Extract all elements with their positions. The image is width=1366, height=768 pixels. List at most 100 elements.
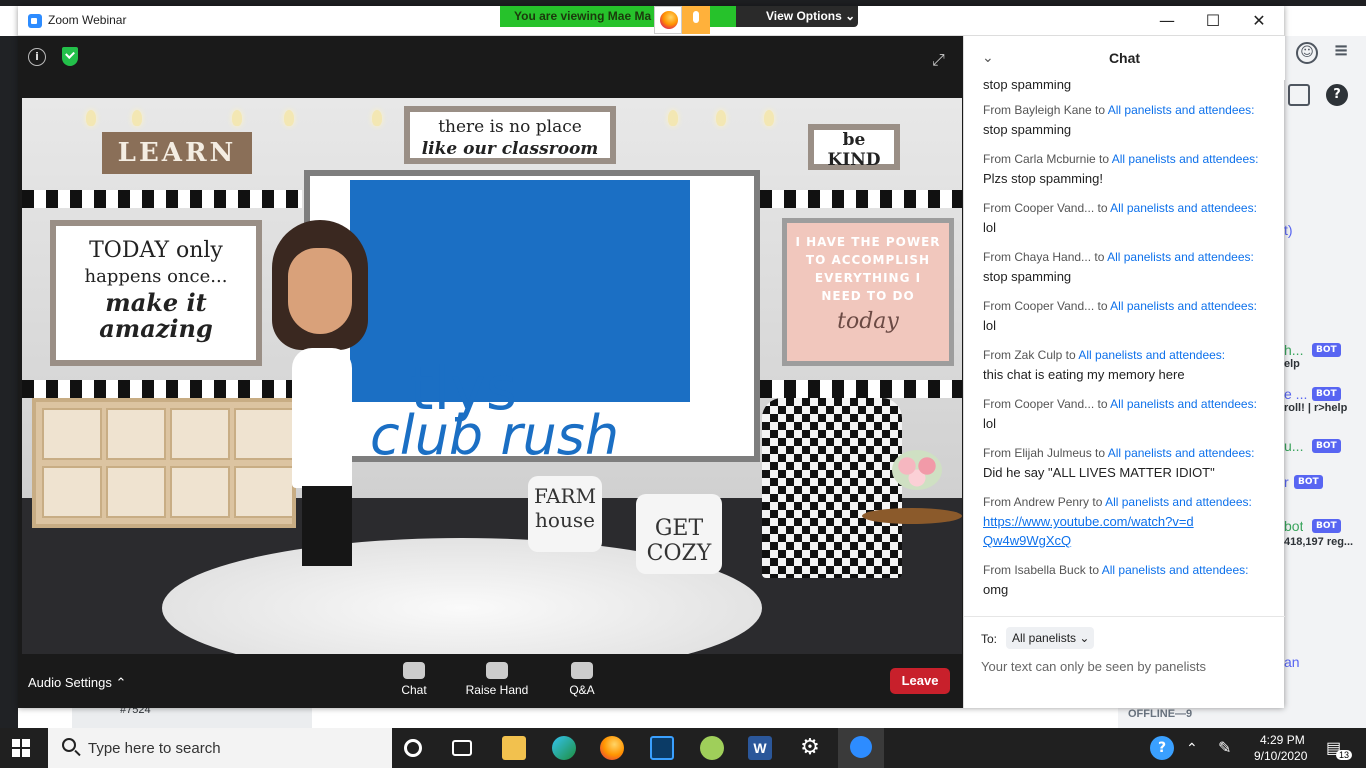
bg-snippet: t) — [1284, 222, 1293, 238]
doodle-panel — [350, 180, 690, 402]
lightbulb — [372, 110, 382, 126]
chat-message-body: this chat is eating my memory here — [983, 367, 1185, 382]
cubby — [234, 408, 294, 460]
bitmoji-face — [288, 248, 352, 334]
recipient-dropdown[interactable]: All panelists ⌄ — [1006, 627, 1094, 649]
to-label: To: — [981, 632, 998, 646]
lightbulb — [716, 110, 726, 126]
chat-message-body: Did he say "ALL LIVES MATTER IDIOT" — [983, 465, 1215, 480]
chat-sender: From Andrew Penry to All panelists and a… — [983, 495, 1252, 509]
sign-line: TODAY only — [89, 238, 223, 263]
info-icon[interactable]: i — [28, 48, 46, 66]
sign-line: amazing — [99, 314, 213, 343]
farm-pillow: FARM house — [528, 476, 602, 552]
edge-icon[interactable] — [552, 736, 576, 760]
gingham-trim — [760, 380, 962, 398]
classroom-sign: there is no place like our classroom — [404, 106, 616, 164]
view-options-button[interactable]: View Options ⌄ — [736, 6, 858, 27]
word-icon[interactable]: W — [748, 736, 772, 760]
cubby — [106, 408, 166, 460]
maximize-icon[interactable]: ☐ — [1198, 10, 1228, 32]
taskbar-search[interactable]: Type here to search — [48, 728, 392, 768]
file-explorer-icon[interactable] — [502, 736, 526, 760]
chat-message: From Zak Culp to All panelists and atten… — [983, 348, 1263, 384]
club-rush-text: club rush — [370, 404, 620, 467]
firefox-share-icon[interactable] — [654, 6, 682, 34]
user-icon[interactable]: ☺ — [1296, 42, 1318, 64]
chat-message-body: omg — [983, 582, 1009, 597]
encryption-shield-icon[interactable] — [62, 47, 78, 66]
microphone-icon[interactable] — [682, 6, 710, 34]
chat-sender: From Cooper Vand... to All panelists and… — [983, 299, 1257, 313]
bitmoji-legs — [302, 486, 352, 566]
windows-start-icon[interactable] — [12, 739, 30, 757]
cortana-icon[interactable] — [404, 739, 422, 757]
firefox-icon[interactable] — [600, 736, 624, 760]
cubby — [42, 408, 102, 460]
chat-icon — [403, 662, 425, 679]
window-app-icon[interactable] — [650, 736, 674, 760]
lightbulb — [284, 110, 294, 126]
qa-icon — [571, 662, 593, 679]
raise-hand-button[interactable]: Raise Hand — [462, 662, 532, 697]
chat-message: From Isabella Buck to All panelists and … — [983, 563, 1263, 599]
chat-sender: From Bayleigh Kane to All panelists and … — [983, 103, 1255, 117]
leave-button[interactable]: Leave — [890, 668, 950, 694]
chat-button[interactable]: Chat — [379, 662, 449, 697]
bg-snippet: u... — [1284, 438, 1304, 454]
clock-date[interactable]: 9/10/2020 — [1254, 749, 1307, 763]
chat-messages: stop spamming From Bayleigh Kane to All … — [964, 80, 1285, 612]
learn-banner: LEARN — [102, 132, 252, 174]
task-view-icon[interactable] — [452, 740, 472, 756]
offline-label: OFFLINE—9 — [1128, 708, 1193, 720]
menu-icon[interactable]: ≡ — [1330, 42, 1352, 64]
sign-line: there is no place — [438, 117, 582, 137]
help-tray-icon[interactable]: ? — [1150, 736, 1174, 760]
flower-vase — [892, 450, 942, 490]
close-icon[interactable]: ✕ — [1244, 10, 1274, 32]
audio-settings-button[interactable]: Audio Settings ⌃ — [28, 675, 126, 691]
background-member-list: ☺ ≡ ? t) h... BOT elp e ... BOT roll! | … — [1284, 36, 1366, 728]
lightbulb — [764, 110, 774, 126]
chat-sender: From Cooper Vand... to All panelists and… — [983, 397, 1257, 411]
cubby — [170, 466, 230, 518]
chat-sender: From Isabella Buck to All panelists and … — [983, 563, 1249, 577]
poster-text: I HAVE THE POWER TO ACCOMPLISH EVERYTHIN… — [795, 235, 941, 303]
chat-message-body: stop spamming — [983, 122, 1072, 137]
settings-gear-icon[interactable]: ⚙ — [798, 736, 822, 760]
tennis-app-icon[interactable] — [700, 736, 724, 760]
zoom-taskbar-button[interactable] — [838, 728, 884, 768]
lightbulb — [668, 110, 678, 126]
clock-time[interactable]: 4:29 PM — [1260, 733, 1305, 747]
chevron-up-icon[interactable]: ⌃ — [1186, 740, 1198, 757]
qa-button[interactable]: Q&A — [547, 662, 617, 697]
chat-header: ⌄ Chat — [964, 36, 1285, 80]
sign-line: happens once... — [84, 266, 228, 287]
lightbulb — [232, 110, 242, 126]
chat-input-hint[interactable]: Your text can only be seen by panelists — [981, 659, 1206, 674]
help-icon[interactable]: ? — [1326, 84, 1348, 106]
meeting-controls: Audio Settings ⌃ Chat Raise Hand Q&A Lea… — [18, 656, 963, 708]
chat-sender: From Carla Mcburnie to All panelists and… — [983, 152, 1259, 166]
chat-sender: From Cooper Vand... to All panelists and… — [983, 201, 1257, 215]
chat-panel: ⌄ Chat stop spamming From Bayleigh Kane … — [963, 36, 1285, 708]
chat-message-body: stop spamming — [983, 269, 1072, 284]
zoom-window: Zoom Webinar — ☐ ✕ You are viewing Mae M… — [18, 6, 1285, 708]
chat-message: From Chaya Hand... to All panelists and … — [983, 250, 1263, 286]
fullscreen-icon[interactable]: ⤢ — [932, 50, 945, 70]
lightbulb — [86, 110, 96, 126]
gingham-trim — [760, 190, 962, 208]
hand-icon — [486, 662, 508, 679]
be-kind-sign: be KIND — [808, 124, 900, 170]
video-header: i ⤢ — [18, 36, 963, 96]
zoom-logo-icon — [28, 14, 42, 28]
shared-video: LEARN there is no place like our classro… — [22, 98, 962, 654]
youtube-link[interactable]: https://www.youtube.com/watch?v=dQw4w9Wg… — [983, 514, 1194, 548]
background-server-rail — [0, 36, 18, 728]
pen-icon[interactable]: ✎ — [1218, 738, 1231, 758]
bg-snippet: e ... — [1284, 386, 1308, 402]
whiteboard: tlys club rush — [304, 170, 760, 467]
minimize-icon[interactable]: — — [1152, 10, 1182, 32]
notification-count: 13 — [1336, 750, 1353, 760]
inbox-icon[interactable] — [1288, 84, 1310, 106]
